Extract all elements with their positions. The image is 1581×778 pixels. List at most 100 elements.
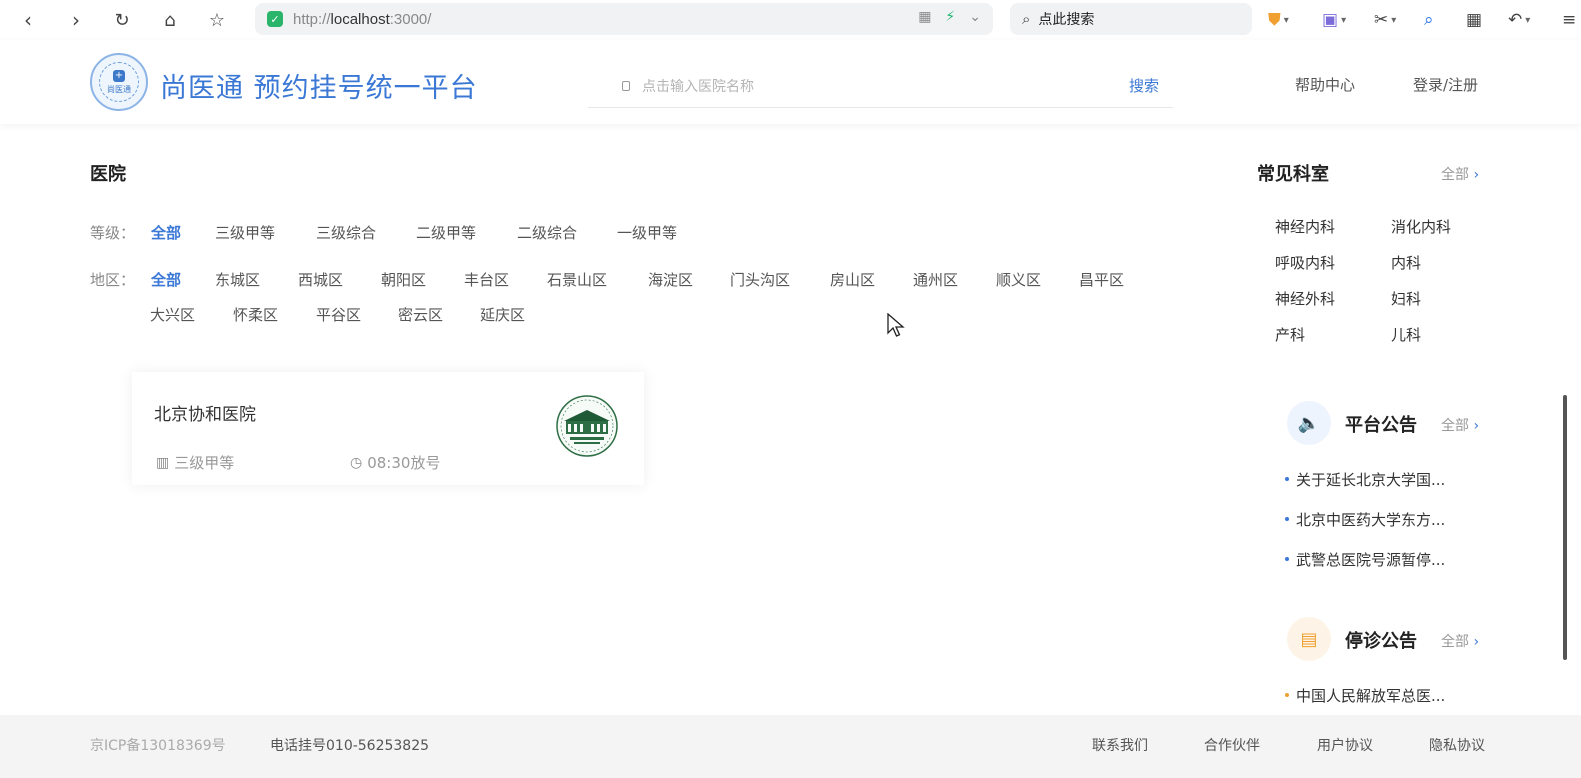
url-suffix: :3000/: [389, 10, 432, 28]
mouse-cursor-icon: [887, 313, 905, 337]
back-icon[interactable]: ‹: [14, 6, 42, 34]
footer-link-contact[interactable]: 联系我们: [1092, 735, 1148, 755]
region-option[interactable]: 延庆区: [480, 304, 525, 325]
region-option[interactable]: 密云区: [398, 304, 443, 325]
url-prefix: http://: [293, 10, 331, 28]
site-title[interactable]: 尚医通 预约挂号统一平台: [160, 66, 478, 105]
department-item[interactable]: 妇科: [1391, 288, 1421, 309]
region-option[interactable]: 顺义区: [996, 269, 1041, 290]
department-item[interactable]: 神经内科: [1275, 216, 1335, 237]
region-option[interactable]: 海淀区: [648, 269, 693, 290]
login-register-link[interactable]: 登录/注册: [1413, 74, 1478, 95]
scissors-icon[interactable]: ✂ ▾: [1374, 6, 1396, 34]
region-option[interactable]: 房山区: [830, 269, 875, 290]
notice-text: 中国人民解放军总医...: [1296, 687, 1446, 705]
logo-text: 尚医通: [107, 84, 131, 94]
hospital-card[interactable]: 北京协和医院 ▥ 三级甲等 ◷ 08:30放号: [132, 372, 644, 485]
level-option[interactable]: 二级综合: [517, 222, 577, 243]
region-option[interactable]: 平谷区: [316, 304, 361, 325]
region-option[interactable]: 大兴区: [150, 304, 195, 325]
site-logo[interactable]: + 尚医通: [90, 53, 148, 111]
reload-icon[interactable]: ↻: [108, 6, 136, 34]
url-host: localhost: [330, 10, 390, 28]
menu-icon[interactable]: ≡: [1562, 6, 1576, 34]
site-header: + 尚医通 尚医通 预约挂号统一平台 点击输入医院名称 搜索 帮助中心 登录/注…: [0, 40, 1581, 124]
department-item[interactable]: 儿科: [1391, 324, 1421, 345]
level-filter-label: 等级：: [90, 224, 136, 242]
clock-icon: ◷: [350, 454, 363, 471]
hospital-level: ▥ 三级甲等: [156, 452, 234, 473]
bar-level-icon: ▥: [156, 454, 170, 471]
browser-search-placeholder: 点此搜索: [1038, 12, 1095, 28]
search-icon: ⌕: [1022, 10, 1031, 28]
platform-notice-more-link[interactable]: 全部 ›: [1441, 415, 1479, 435]
bookmark-star-icon[interactable]: ☆: [203, 6, 231, 34]
undo-icon[interactable]: ↶ ▾: [1508, 6, 1530, 34]
region-option[interactable]: 朝阳区: [381, 269, 426, 290]
bullet-dot: [1285, 476, 1289, 481]
bullet-dot: [1285, 692, 1289, 697]
region-option[interactable]: 丰台区: [464, 269, 509, 290]
url-text[interactable]: http://localhost:3000/: [293, 11, 431, 28]
notice-text: 关于延长北京大学国...: [1296, 471, 1446, 489]
site-footer: 京ICP备13018369号 电话挂号010-56253825 联系我们 合作伙…: [0, 715, 1581, 778]
level-option[interactable]: 一级甲等: [617, 222, 677, 243]
department-item[interactable]: 内科: [1391, 252, 1421, 273]
department-item[interactable]: 呼吸内科: [1275, 252, 1335, 273]
department-item[interactable]: 产科: [1275, 324, 1305, 345]
region-option[interactable]: 西城区: [298, 269, 343, 290]
level-option[interactable]: 二级甲等: [416, 222, 476, 243]
platform-notice-item[interactable]: 北京中医药大学东方...: [1285, 509, 1445, 530]
platform-notice-item[interactable]: 武警总医院号源暂停...: [1285, 549, 1445, 570]
security-shield-icon: ✓: [267, 11, 283, 27]
region-option-all[interactable]: 全部: [151, 269, 181, 290]
suspension-notice-title: 停诊公告: [1345, 631, 1417, 652]
chevron-down-icon[interactable]: ⌄: [969, 9, 981, 25]
notice-board-icon: ▤: [1287, 617, 1331, 661]
shield-extension-icon[interactable]: ⛊ ▾: [1268, 6, 1289, 34]
level-option[interactable]: 三级甲等: [215, 222, 275, 243]
level-option[interactable]: 三级综合: [316, 222, 376, 243]
hospital-search-input[interactable]: 点击输入医院名称: [642, 76, 1129, 96]
departments-more-link[interactable]: 全部 ›: [1441, 164, 1479, 184]
grid-apps-icon[interactable]: ▦: [1466, 6, 1482, 34]
notice-text: 北京中医药大学东方...: [1296, 511, 1446, 529]
suspension-notice-more-link[interactable]: 全部 ›: [1441, 631, 1479, 651]
speaker-icon: 🔈: [1287, 401, 1331, 445]
page-scrollbar[interactable]: [1563, 395, 1567, 660]
department-item[interactable]: 消化内科: [1391, 216, 1451, 237]
chevron-right-icon: ›: [1473, 418, 1480, 434]
region-option[interactable]: 东城区: [215, 269, 260, 290]
region-option[interactable]: 门头沟区: [730, 269, 790, 290]
bullet-dot: [1285, 516, 1289, 521]
icp-record: 京ICP备13018369号: [90, 738, 226, 754]
region-option[interactable]: 昌平区: [1079, 269, 1124, 290]
bullet-dot: [1285, 556, 1289, 561]
address-bar[interactable]: ✓ http://localhost:3000/ ▦ ⚡ ⌄: [255, 3, 993, 35]
footer-link-user-agreement[interactable]: 用户协议: [1317, 735, 1373, 755]
department-item[interactable]: 神经外科: [1275, 288, 1335, 309]
platform-notice-item[interactable]: 关于延长北京大学国...: [1285, 469, 1445, 490]
region-option[interactable]: 怀柔区: [233, 304, 278, 325]
lightning-icon[interactable]: ⚡: [945, 9, 955, 25]
more-text: 全部: [1441, 634, 1469, 650]
translate-icon[interactable]: ▣ ▾: [1322, 6, 1346, 34]
footer-link-privacy[interactable]: 隐私协议: [1429, 735, 1485, 755]
zoom-search-icon[interactable]: ⌕: [1424, 6, 1434, 34]
browser-toolbar: ‹ › ↻ ⌂ ☆ ✓ http://localhost:3000/ ▦ ⚡ ⌄…: [0, 0, 1581, 40]
home-icon[interactable]: ⌂: [156, 6, 184, 34]
search-button[interactable]: 搜索: [1129, 75, 1159, 96]
region-option[interactable]: 通州区: [913, 269, 958, 290]
qr-code-icon[interactable]: ▦: [918, 9, 931, 25]
suspension-notice-item[interactable]: 中国人民解放军总医...: [1285, 685, 1445, 706]
level-option-all[interactable]: 全部: [151, 222, 181, 243]
forward-icon[interactable]: ›: [62, 6, 90, 34]
help-center-link[interactable]: 帮助中心: [1295, 74, 1355, 95]
platform-notice-title: 平台公告: [1345, 415, 1417, 436]
browser-search-box[interactable]: ⌕ 点此搜索: [1010, 3, 1252, 35]
region-option[interactable]: 石景山区: [547, 269, 607, 290]
hospital-search[interactable]: 点击输入医院名称 搜索: [588, 64, 1173, 108]
footer-link-partners[interactable]: 合作伙伴: [1204, 735, 1260, 755]
phone-booking: 电话挂号010-56253825: [270, 738, 430, 754]
more-text: 全部: [1441, 418, 1469, 434]
